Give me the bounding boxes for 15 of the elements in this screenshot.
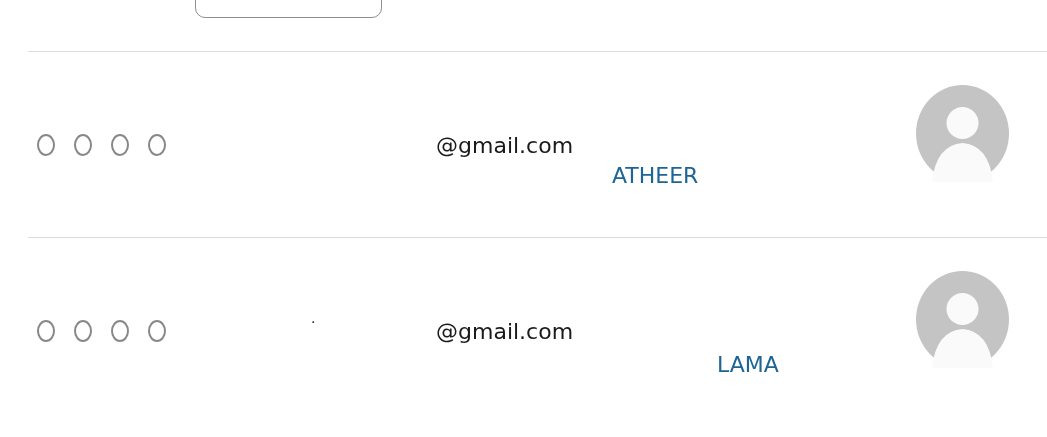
rating-circle [148, 134, 166, 156]
user-name-link[interactable]: ATHEER [612, 162, 699, 190]
email-text: @gmail.com [436, 318, 574, 346]
masked-text: . [311, 310, 316, 326]
rating-circle [111, 134, 129, 156]
email-text: @gmail.com [436, 132, 574, 160]
rating-circle [74, 134, 92, 156]
rating-circle [148, 320, 166, 342]
avatar-icon [916, 271, 1009, 368]
user-name-link[interactable]: LAMA [717, 351, 779, 379]
rating-circle [37, 134, 55, 156]
rating-circle [37, 320, 55, 342]
rating-circle [74, 320, 92, 342]
avatar-icon [916, 85, 1009, 182]
rating-circle [111, 320, 129, 342]
